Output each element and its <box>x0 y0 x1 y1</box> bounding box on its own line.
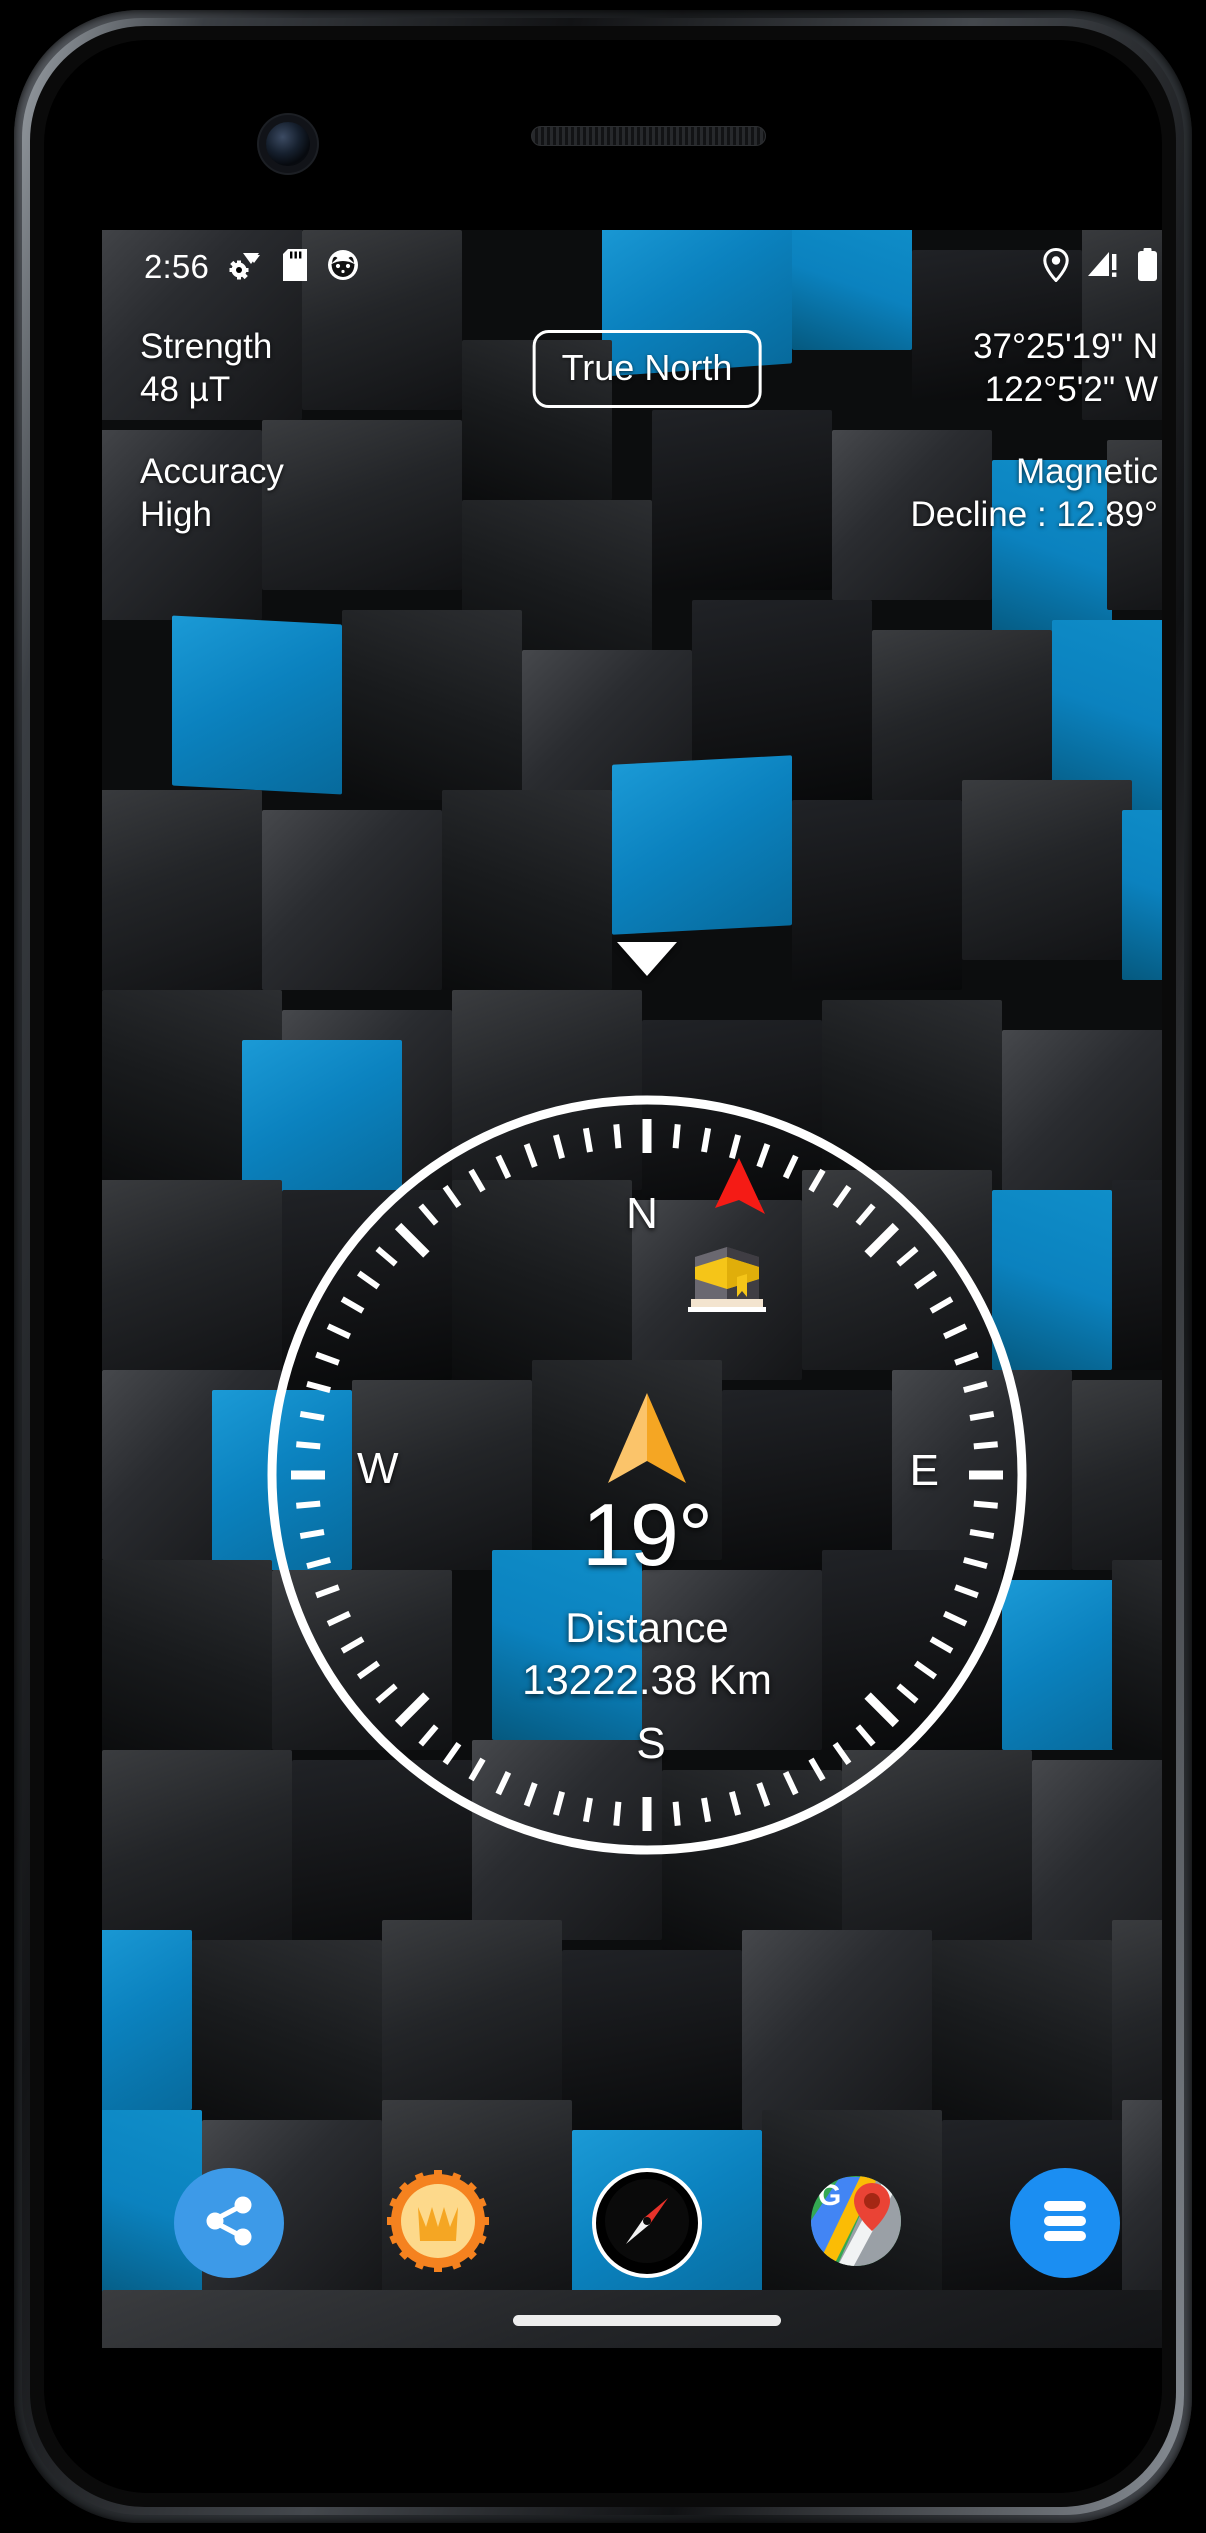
bearing-value: 19° <box>581 1485 713 1584</box>
wifi-settings-icon <box>229 250 263 285</box>
white-triangle-pointer-icon <box>617 942 677 976</box>
strength-label: Strength <box>140 327 273 366</box>
earpiece-speaker-icon <box>531 126 766 146</box>
compass-readout: 19° Distance 13222.38 Km <box>387 1491 907 1703</box>
sd-card-icon <box>283 248 308 286</box>
magnetic-label: Magnetic <box>1015 452 1158 492</box>
crown-badge-icon <box>386 2169 490 2278</box>
accuracy-label: Accuracy <box>140 452 284 492</box>
magnetic-decline-value: Decline : 12.89° <box>910 495 1158 535</box>
phone-frame: 2:56 Strength 48 µT Accuracy High 37°25'… <box>0 0 1206 2533</box>
orange-direction-needle-icon <box>604 1391 690 1487</box>
location-info-panel: 37°25'19" N 122°5'2" W Magnetic Decline … <box>911 326 1158 537</box>
longitude-value: 122°5'2" W <box>984 369 1158 409</box>
nav-menu-button[interactable] <box>1010 2168 1121 2278</box>
gesture-home-bar[interactable] <box>513 2315 781 2326</box>
cat-face-icon <box>327 249 359 286</box>
status-bar-right <box>1043 247 1158 287</box>
accuracy-block: Accuracy High <box>140 451 284 536</box>
device-screen: 2:56 Strength 48 µT Accuracy High 37°25'… <box>102 230 1162 2348</box>
compass-icon <box>604 2178 690 2269</box>
magnetic-decline-block: Magnetic Decline : 12.89° <box>911 451 1158 536</box>
google-maps-icon: G <box>804 2169 908 2278</box>
cardinal-west: W <box>357 1444 399 1493</box>
accuracy-value: High <box>140 495 212 535</box>
phone-bezel: 2:56 Strength 48 µT Accuracy High 37°25'… <box>44 40 1162 2493</box>
distance-label: Distance <box>565 1604 729 1651</box>
latitude-value: 37°25'19" N <box>973 327 1158 366</box>
kaaba-icon <box>685 1229 769 1313</box>
sensor-info-panel: Strength 48 µT Accuracy High <box>140 326 284 537</box>
nav-compass-button[interactable] <box>591 2168 702 2278</box>
share-icon <box>200 2192 258 2255</box>
status-bar: 2:56 <box>102 230 1162 304</box>
cardinal-east: E <box>909 1446 939 1495</box>
nav-share-button[interactable] <box>173 2168 284 2278</box>
strength-block: Strength 48 µT <box>140 326 284 411</box>
coordinates-block: 37°25'19" N 122°5'2" W <box>911 326 1158 411</box>
status-bar-left: 2:56 <box>144 248 359 286</box>
status-bar-clock: 2:56 <box>144 248 210 285</box>
hamburger-menu-icon <box>1036 2197 1094 2250</box>
no-signal-icon <box>1087 249 1119 286</box>
bottom-navigation-bar: G <box>102 2153 1162 2293</box>
cardinal-north: N <box>626 1189 658 1238</box>
true-north-button[interactable]: True North <box>532 330 762 408</box>
strength-value: 48 µT <box>140 369 231 409</box>
nav-premium-button[interactable] <box>383 2168 493 2278</box>
compass-dial[interactable]: N E S W 19° Distance 13222.38 Km <box>233 1061 1061 1889</box>
red-qibla-arrow-icon <box>703 1156 771 1230</box>
nav-maps-button[interactable]: G <box>801 2168 911 2278</box>
front-camera-icon <box>266 122 310 166</box>
distance-value: 13222.38 Km <box>522 1656 772 1704</box>
cardinal-south: S <box>636 1719 666 1768</box>
location-pin-icon <box>1043 247 1069 287</box>
svg-text:G: G <box>818 2179 841 2212</box>
battery-icon <box>1137 248 1158 286</box>
